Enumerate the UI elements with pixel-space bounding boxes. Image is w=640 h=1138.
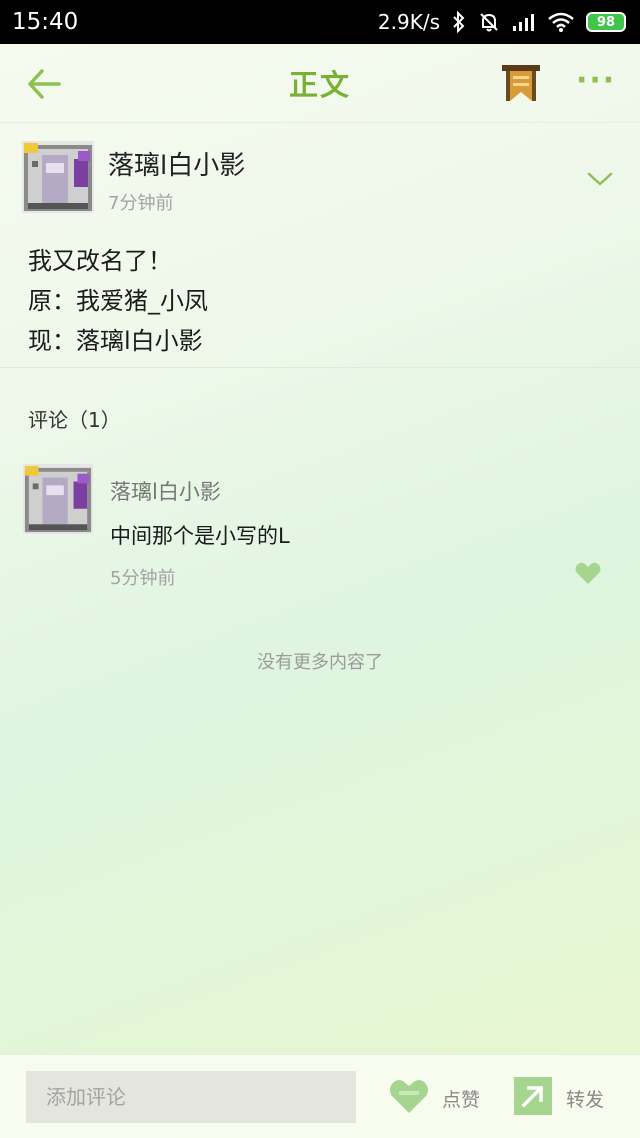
more-icon[interactable]: ···	[576, 66, 616, 102]
share-arrow-icon	[514, 1077, 552, 1119]
status-bar: 15:40 2.9K/s 98	[0, 0, 640, 44]
comment-author[interactable]: 落璃l白小影	[110, 476, 221, 506]
bookmark-banner-icon[interactable]	[500, 64, 542, 104]
post-line: 我又改名了！	[28, 247, 172, 275]
avatar[interactable]	[22, 464, 94, 534]
signal-icon	[512, 12, 536, 32]
mute-bell-icon	[478, 11, 500, 33]
post-time: 7分钟前	[108, 193, 174, 214]
comment-time: 5分钟前	[110, 568, 176, 589]
status-time: 15:40	[12, 9, 79, 35]
chevron-down-icon[interactable]	[586, 169, 614, 189]
share-label: 转发	[566, 1088, 605, 1111]
comment-input[interactable]	[26, 1071, 356, 1123]
comments-header: 评论（1）	[28, 408, 121, 432]
like-label: 点赞	[442, 1088, 481, 1111]
no-more-content: 没有更多内容了	[257, 652, 383, 673]
bottom-action-bar: 点赞 转发	[0, 1054, 640, 1138]
heart-icon[interactable]	[574, 560, 602, 586]
back-arrow-icon[interactable]	[26, 66, 62, 102]
comment-text: 中间那个是小写的L	[110, 524, 290, 548]
post-content: 我又改名了！ 原：我爱猪_小凤 现：落璃l白小影	[28, 241, 208, 361]
page-title: 正文	[288, 68, 351, 102]
post-author[interactable]: 落璃l白小影	[108, 145, 245, 182]
title-bar: 正文 ···	[0, 44, 640, 122]
post-line: 原：我爱猪_小凤	[28, 287, 208, 315]
post-card: 落璃l白小影 7分钟前 我又改名了！ 原：我爱猪_小凤 现：落璃l白小影	[0, 122, 640, 368]
network-speed: 2.9K/s	[377, 10, 440, 34]
wifi-icon	[548, 12, 574, 32]
battery-icon: 98	[586, 12, 626, 32]
bluetooth-icon	[452, 11, 466, 33]
avatar[interactable]	[22, 141, 94, 213]
like-button[interactable]: 点赞	[388, 1077, 480, 1119]
post-line: 现：落璃l白小影	[28, 327, 203, 355]
status-indicators: 2.9K/s 98	[378, 10, 626, 34]
comment-item[interactable]: 落璃l白小影 中间那个是小写的L 5分钟前	[0, 446, 640, 606]
share-button[interactable]: 转发	[514, 1077, 604, 1119]
heart-icon	[388, 1077, 430, 1119]
